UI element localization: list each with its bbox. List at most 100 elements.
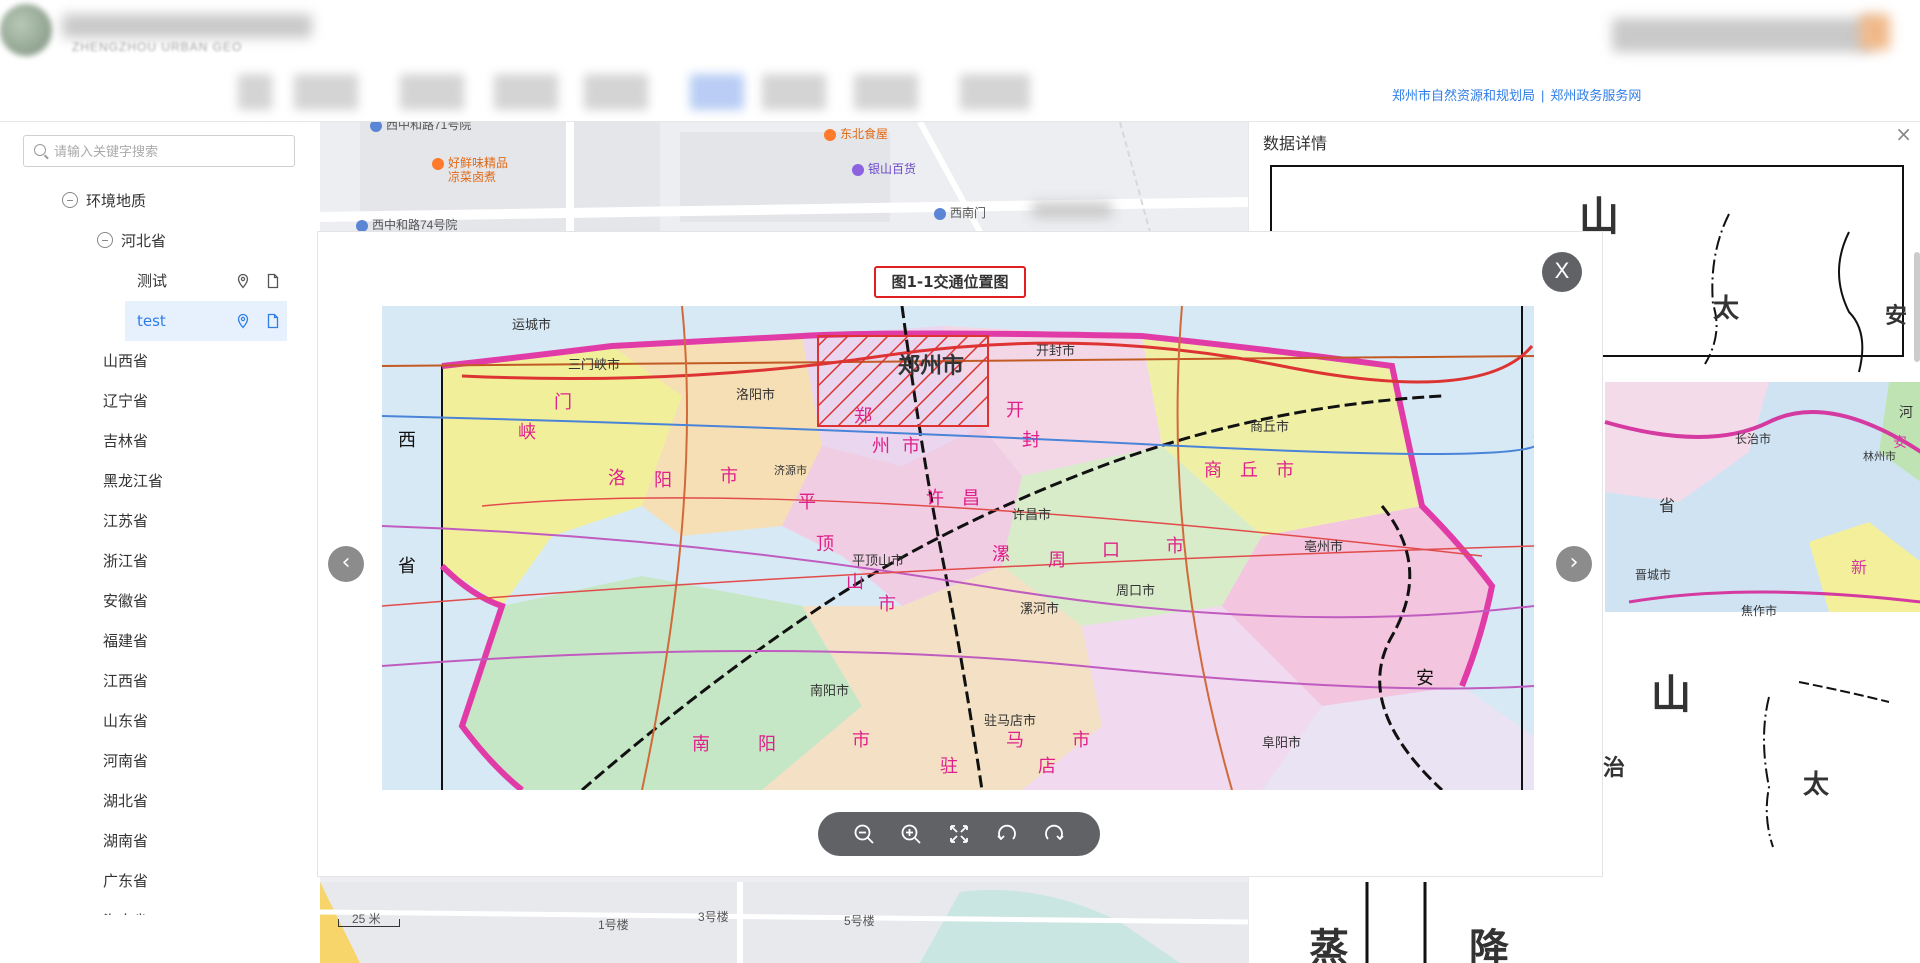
location-pin-icon[interactable]: [235, 313, 251, 329]
tree-node-province[interactable]: 河南省: [103, 741, 148, 781]
collapse-icon[interactable]: [62, 191, 78, 208]
map-city-label: 商丘市: [1250, 420, 1290, 435]
tree-node-province[interactable]: 安徽省: [103, 581, 148, 621]
map-region-label: 峡: [518, 422, 536, 443]
viewer-toolbar: [818, 812, 1100, 856]
tree-node-province[interactable]: 江西省: [103, 661, 148, 701]
poi-marker-icon: [934, 207, 946, 220]
map-region-label: 市: [878, 594, 896, 615]
nav-item[interactable]: [400, 74, 464, 110]
document-icon[interactable]: [265, 313, 281, 329]
map-region-label: 封: [1022, 430, 1040, 451]
rotate-left-icon[interactable]: [995, 822, 1019, 846]
poi-label[interactable]: 5号楼: [844, 912, 875, 929]
doc-map-label: 安: [1893, 435, 1907, 451]
map-city-label: 周口市: [1116, 584, 1156, 599]
tree-node-province[interactable]: 海南省: [103, 901, 148, 915]
zoom-in-icon[interactable]: [899, 822, 923, 846]
tree-node-province[interactable]: 辽宁省: [103, 381, 148, 421]
map-region-label: 顶: [816, 534, 834, 555]
map-region-label: 市: [852, 730, 870, 751]
fit-screen-icon[interactable]: [947, 822, 971, 846]
map-city-label: 漯河市: [1020, 602, 1060, 617]
link-zz-natural-resources[interactable]: 郑州市自然资源和规划局: [1392, 88, 1535, 103]
map-region-label: 驻: [940, 756, 958, 777]
poi-label[interactable]: 西中和路71号院: [370, 122, 471, 133]
map-region-label: 山: [846, 572, 864, 593]
map-region-label: 省: [398, 556, 416, 577]
nav-item[interactable]: [854, 74, 918, 110]
tree-node-province[interactable]: 黑龙江省: [103, 461, 163, 501]
top-header: ZHENGZHOU URBAN GEO 郑州市自然资源和规划局 | 郑州政务服务网: [0, 0, 1920, 122]
layer-tree-sidebar: 环境地质 河北省 测试 test 山西省 辽宁省 吉林省 黑龙江省 江苏省 浙江…: [0, 122, 320, 963]
user-avatar-blurred[interactable]: [1860, 14, 1890, 50]
collapse-icon[interactable]: [97, 231, 113, 248]
rotate-right-icon[interactable]: [1042, 822, 1066, 846]
logo-title-blurred: [62, 14, 312, 38]
next-image-button[interactable]: ›: [1556, 546, 1592, 582]
map-region-label: 平: [798, 492, 816, 513]
tree-node-province[interactable]: 湖南省: [103, 821, 148, 861]
tree-node-province[interactable]: 山西省: [103, 341, 148, 381]
image-title: 图1-1交通位置图: [874, 266, 1026, 298]
map-region-label: 昌: [962, 488, 980, 509]
doc-char: 太: [1713, 294, 1740, 324]
search-input[interactable]: [54, 141, 284, 161]
poi-label[interactable]: 西中和路74号院: [356, 216, 457, 233]
tree-node-province[interactable]: 江苏省: [103, 501, 148, 541]
doc-char: 太: [1803, 770, 1830, 800]
tree-leaf-test-cn[interactable]: 测试: [125, 261, 287, 301]
map-city-label: 济源市: [774, 464, 807, 477]
detail-scrollbar[interactable]: [1914, 252, 1920, 362]
tree-node-province[interactable]: 浙江省: [103, 541, 148, 581]
link-zz-gov-services[interactable]: 郑州政务服务网: [1550, 88, 1641, 103]
nav-item-active[interactable]: [690, 74, 744, 110]
document-icon[interactable]: [265, 273, 281, 289]
doc-map-label: 河: [1899, 405, 1913, 421]
map-region-label: 店: [1038, 756, 1056, 777]
restaurant-icon: [432, 158, 444, 170]
tree-node-root[interactable]: 环境地质: [62, 181, 146, 221]
doc-map-label: 长治市: [1735, 432, 1772, 446]
map-region-label: 南: [692, 734, 710, 755]
tree-node-province[interactable]: 福建省: [103, 621, 148, 661]
tree-node-label: 环境地质: [86, 192, 147, 210]
map-city-label: 南阳市: [810, 684, 850, 699]
nav-item[interactable]: [584, 74, 648, 110]
nav-item[interactable]: [494, 74, 558, 110]
tree-leaf-test-selected[interactable]: test: [125, 301, 287, 341]
poi-label[interactable]: 3号楼: [698, 908, 729, 925]
viewer-close-button[interactable]: X: [1542, 252, 1582, 292]
poi-marker-icon: [356, 219, 368, 232]
tree-node-province[interactable]: 广东省: [103, 861, 148, 901]
zoom-out-icon[interactable]: [852, 822, 876, 846]
location-pin-icon[interactable]: [235, 273, 251, 289]
poi-label[interactable]: 银山百货: [852, 160, 916, 177]
map-region-label: 商: [1204, 460, 1222, 481]
tree-node-province[interactable]: 吉林省: [103, 421, 148, 461]
map-region-label: 漯: [992, 544, 1010, 565]
tree-node-province[interactable]: 山东省: [103, 701, 148, 741]
doc-char: 安: [1885, 304, 1908, 329]
poi-label[interactable]: 东北食屋: [824, 125, 888, 142]
tree-node-hebei[interactable]: 河北省: [97, 221, 166, 261]
prev-image-button[interactable]: ‹: [328, 546, 364, 582]
logo-emblem: [0, 4, 52, 56]
tree-node-province[interactable]: 湖北省: [103, 781, 148, 821]
transport-location-map[interactable]: 运城市 三门峡市 洛阳市 郑州市 开封市 商丘市 许昌市 漯河市 平顶山市 周口…: [382, 306, 1534, 790]
map-region-label: 市: [1276, 460, 1294, 481]
nav-item[interactable]: [960, 74, 1030, 110]
user-area-blurred: [1612, 18, 1872, 52]
map-region-label: 阳: [654, 470, 672, 491]
nav-item[interactable]: [762, 74, 826, 110]
nav-item[interactable]: [294, 74, 358, 110]
poi-label[interactable]: 西南门: [934, 204, 986, 221]
map-city-label: 开封市: [1036, 344, 1076, 359]
tree-leaf-label: test: [137, 312, 166, 330]
nav-item[interactable]: [238, 74, 272, 110]
poi-label[interactable]: 好鲜味精品 凉菜卤煮: [432, 156, 508, 184]
shopping-icon: [852, 163, 864, 176]
doc-map-label: 新: [1851, 558, 1868, 577]
poi-label[interactable]: 1号楼: [598, 916, 629, 933]
logo-subtitle: ZHENGZHOU URBAN GEO: [72, 40, 243, 54]
